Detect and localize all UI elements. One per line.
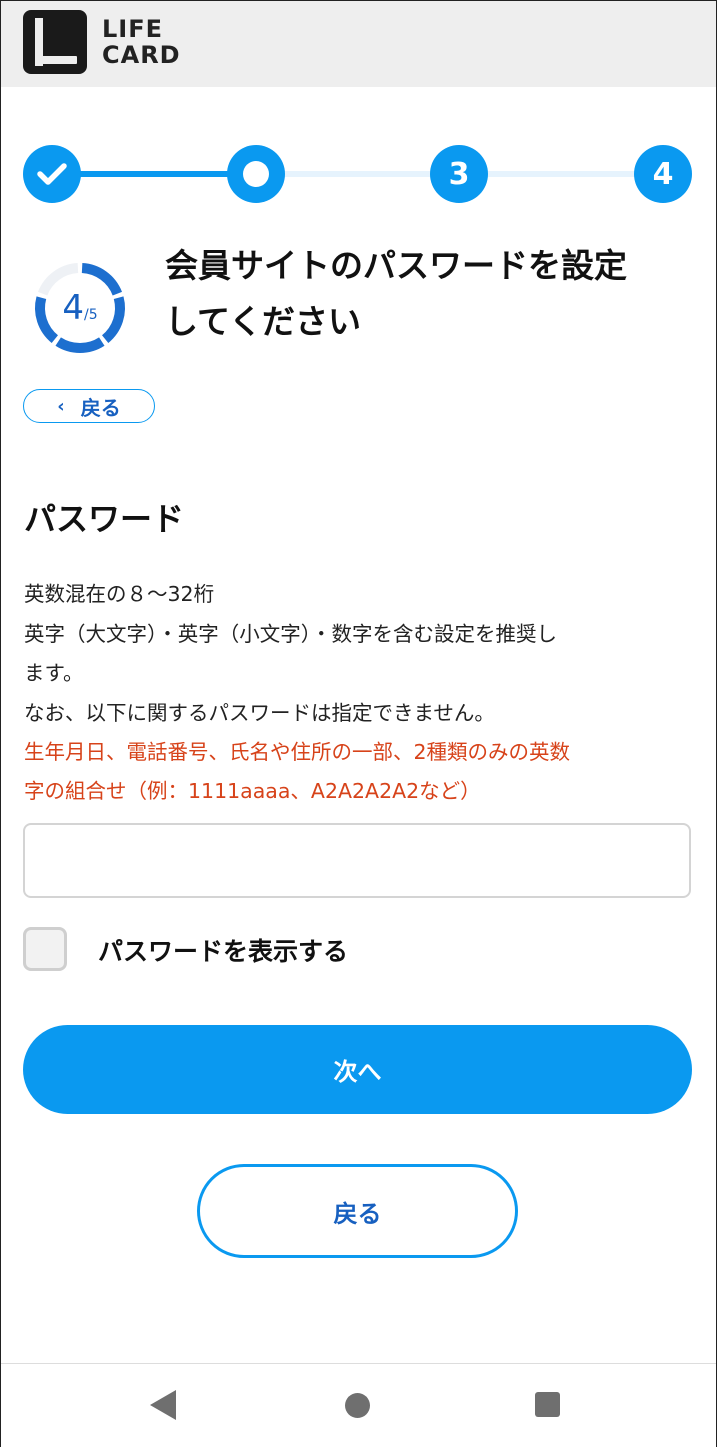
- stepper-line-complete: [80, 171, 230, 177]
- recents-square-icon[interactable]: [535, 1392, 560, 1417]
- show-password-label[interactable]: パスワードを表示する: [98, 932, 348, 968]
- logo-line2: CARD: [102, 41, 181, 69]
- home-circle-icon[interactable]: [345, 1393, 370, 1418]
- page-title-line2: してください: [165, 302, 362, 341]
- password-input[interactable]: [23, 823, 691, 898]
- password-warning-1: 生年月日、電話番号、氏名や住所の一部、2種類のみの英数: [24, 740, 571, 764]
- back-button-label: 戻る: [333, 1199, 382, 1228]
- progress-total: /5: [84, 307, 98, 323]
- password-help-4: なお、以下に関するパスワードは指定できません。: [24, 701, 495, 725]
- password-help-3: ます。: [24, 661, 84, 685]
- logo-text: LIFE CARD: [102, 16, 181, 68]
- step-3-label: 3: [448, 156, 470, 192]
- password-help-2: 英字（大文字）・英字（小文字）・数字を含む設定を推奨し: [24, 622, 557, 646]
- back-link-label: 戻る: [80, 395, 121, 420]
- current-step-ring-icon: [243, 161, 269, 187]
- check-icon: [37, 163, 67, 185]
- stepper-line-pending: [488, 171, 638, 177]
- step-1-completed: [23, 145, 81, 203]
- back-button[interactable]: 戻る: [197, 1164, 518, 1258]
- chevron-left-icon: ‹: [57, 395, 65, 417]
- password-heading: パスワード: [24, 500, 185, 538]
- step-2-current: [227, 145, 285, 203]
- next-button[interactable]: 次へ: [23, 1025, 692, 1114]
- step-4-label: 4: [652, 156, 674, 192]
- life-card-logo-icon: [23, 10, 87, 74]
- step-4: 4: [634, 145, 692, 203]
- logo-line1: LIFE: [102, 15, 164, 43]
- page-title: 会員サイトのパスワードを設定 してください: [165, 238, 695, 350]
- back-link-button[interactable]: ‹ 戻る: [23, 389, 155, 423]
- password-help-1: 英数混在の８〜32桁: [24, 582, 215, 606]
- page-title-line1: 会員サイトのパスワードを設定: [165, 246, 627, 285]
- progress-ring-label: 4/5: [30, 258, 130, 358]
- back-triangle-icon[interactable]: [150, 1390, 176, 1420]
- stepper-line-pending: [284, 171, 434, 177]
- progress-current: 4: [62, 288, 84, 328]
- show-password-checkbox[interactable]: [23, 927, 67, 971]
- next-button-label: 次へ: [333, 1058, 382, 1086]
- password-warning-2: 字の組合せ（例：1111aaaa、A2A2A2A2など）: [24, 779, 481, 803]
- step-3: 3: [430, 145, 488, 203]
